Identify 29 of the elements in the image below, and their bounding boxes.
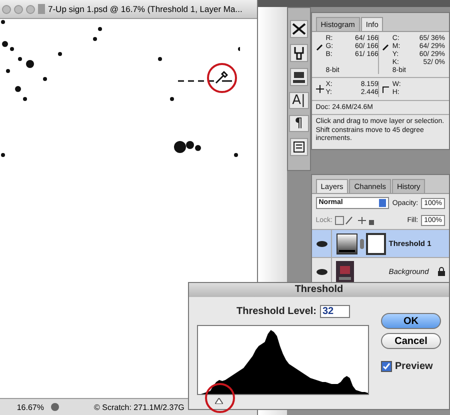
character-panel-button[interactable]: A| xyxy=(288,92,309,109)
dialog-button[interactable]: OK xyxy=(381,313,441,329)
eyedropper-icon xyxy=(316,43,324,51)
eye-icon[interactable] xyxy=(316,268,328,276)
scratch-status: © Scratch: 271.1M/2.37G xyxy=(94,402,184,412)
dimensions-icon xyxy=(382,85,390,93)
paragraph-panel-button[interactable]: ¶ xyxy=(288,115,309,132)
lock-options-icon[interactable] xyxy=(335,216,376,225)
panel-icon[interactable] xyxy=(290,138,308,156)
eyedropper-icon xyxy=(382,43,390,51)
preview-checkbox[interactable]: Preview xyxy=(381,361,441,372)
threshold-level-field[interactable]: 32 xyxy=(320,304,350,318)
dialog-button[interactable]: Cancel xyxy=(381,333,441,349)
status-icon xyxy=(50,402,60,412)
crosshair-icon xyxy=(316,85,324,93)
eye-icon[interactable] xyxy=(316,240,328,248)
mask-thumbnail xyxy=(366,232,386,254)
zoom-level: 16.67% xyxy=(16,402,44,412)
highlight-circle xyxy=(207,63,237,93)
layer-thumbnail xyxy=(336,232,358,254)
window-title: 7-Up sign 1.psd @ 16.7% (Threshold 1, Layer Ma... xyxy=(48,4,242,14)
highlight-circle xyxy=(205,383,236,413)
document-icon xyxy=(38,4,45,14)
checkbox-icon xyxy=(381,361,392,372)
dialog-title: Threshold xyxy=(189,283,449,297)
eyedropper-icon xyxy=(214,71,228,85)
link-icon xyxy=(360,238,364,248)
slider-thumb[interactable] xyxy=(215,398,224,404)
threshold-level-label: Threshold Level: xyxy=(236,306,316,316)
